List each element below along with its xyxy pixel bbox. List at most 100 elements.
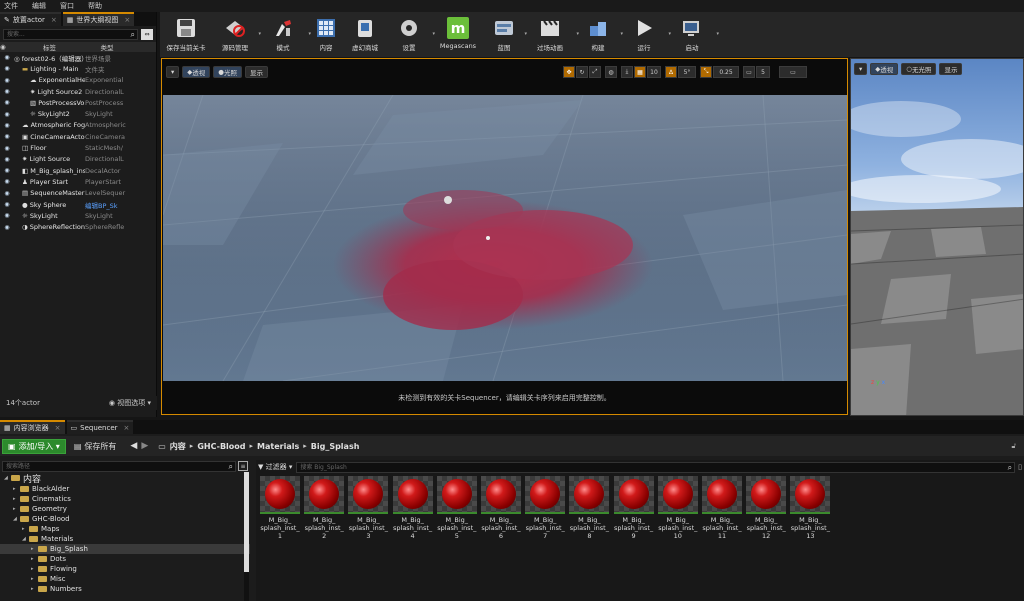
- expand-arrow-icon[interactable]: ▸: [13, 506, 20, 512]
- visibility-eye-icon[interactable]: ◉: [0, 156, 14, 163]
- visibility-eye-icon[interactable]: ◉: [0, 111, 14, 118]
- rotate-tool-icon[interactable]: ↻: [576, 66, 588, 78]
- close-icon[interactable]: ×: [51, 16, 57, 24]
- outliner-row[interactable]: ◉ ▬ Lighting - Main 文件夹: [0, 63, 156, 74]
- grid-snap-icon[interactable]: ▦: [634, 66, 646, 78]
- col-label[interactable]: 标签: [14, 42, 85, 52]
- outliner-row[interactable]: ◉ ✷ Light Source2 DirectionalL: [0, 86, 156, 97]
- outliner-row[interactable]: ◉ ☁ Atmospheric Fog Atmospheric: [0, 120, 156, 131]
- expand-arrow-icon[interactable]: ▸: [31, 576, 38, 582]
- asset-tile[interactable]: M_Big_ splash_inst_ 5: [436, 476, 477, 540]
- expand-arrow-icon[interactable]: ◢: [22, 536, 29, 542]
- folder-tree-item[interactable]: ▸ Numbers: [0, 584, 250, 594]
- outliner-row[interactable]: ◉ ▧ PostProcessVoluPostProcess: [0, 97, 156, 108]
- rotation-snap-value[interactable]: 5°: [678, 66, 696, 78]
- expand-arrow-icon[interactable]: ▸: [31, 546, 38, 552]
- visibility-eye-icon[interactable]: ◉: [0, 178, 14, 185]
- secondary-show-button[interactable]: 显示: [939, 63, 963, 75]
- secondary-viewport[interactable]: ▾ ◆ 透视 ○ 无光照 显示 z y x: [850, 58, 1024, 416]
- filters-button[interactable]: ▼ 过滤器 ▾: [258, 462, 292, 472]
- visibility-eye-icon[interactable]: ◉: [0, 212, 14, 219]
- visibility-eye-icon[interactable]: ◉: [0, 99, 14, 106]
- expand-arrow-icon[interactable]: ◢: [13, 516, 20, 522]
- asset-tile[interactable]: M_Big_ splash_inst_ 1: [260, 476, 300, 540]
- path-search-input[interactable]: 搜索路径 ⌕: [2, 460, 236, 472]
- expand-arrow-icon[interactable]: ▸: [31, 586, 38, 592]
- outliner-row[interactable]: ◉ ♟ Player Start PlayerStart: [0, 176, 156, 187]
- viewport-scene[interactable]: [163, 95, 847, 381]
- folder-tree-item[interactable]: ▸ Dots: [0, 554, 250, 564]
- outliner-row[interactable]: ◉ ◎ forest02-6（编辑器） 世界场景: [0, 52, 156, 63]
- perspective-button[interactable]: ◆ 透视: [182, 66, 211, 78]
- surface-snap-icon[interactable]: ⤓: [621, 66, 633, 78]
- col-type[interactable]: 类型: [85, 42, 129, 52]
- visibility-eye-icon[interactable]: ◉: [0, 88, 14, 95]
- visibility-eye-icon[interactable]: ◉: [0, 54, 14, 61]
- breadcrumb-big-splash[interactable]: Big_Splash: [311, 442, 360, 451]
- world-space-icon[interactable]: ◍: [605, 66, 617, 78]
- menu-file[interactable]: 文件: [4, 1, 18, 11]
- folder-tree-item[interactable]: ▸ Maps: [0, 524, 250, 534]
- folder-tree-item[interactable]: ◢ GHC-Blood: [0, 514, 250, 524]
- folder-tree-item[interactable]: ▸ Geometry: [0, 504, 250, 514]
- asset-search-input[interactable]: 搜索 Big_Splash ⌕: [296, 461, 1016, 473]
- outliner-row[interactable]: ◉ ▣ CineCameraActor1CineCamera: [0, 131, 156, 142]
- cinematics-button[interactable]: 过场动画 ▾: [524, 15, 579, 57]
- outliner-row[interactable]: ◉ ● Sky Sphere 编辑BP_Sk: [0, 199, 156, 210]
- outliner-row[interactable]: ◉ ◧ M_Big_splash_inst DecalActor: [0, 165, 156, 176]
- asset-tile[interactable]: M_Big_ splash_inst_ 4: [392, 476, 433, 540]
- outliner-row[interactable]: ◉ ◑ SphereReflectionCaSphereRefle: [0, 221, 156, 232]
- camera-speed-icon[interactable]: ▭: [743, 66, 755, 78]
- main-viewport[interactable]: ▾ ◆ 透视 ● 光照 显示 ✥ ↻ ⤢ ◍ ⤓ ▦ 10 ∆ 5° ⤡ 0.2…: [161, 58, 848, 415]
- outliner-row[interactable]: ◉ ☁ ExponentialHeighExponential: [0, 75, 156, 86]
- outliner-row[interactable]: ◉ ☼ SkyLight SkyLight: [0, 210, 156, 221]
- unlit-button[interactable]: ○ 无光照: [901, 63, 937, 75]
- secondary-perspective-button[interactable]: ◆ 透视: [870, 63, 899, 75]
- folder-tree-item[interactable]: ▸ Big_Splash: [0, 544, 250, 554]
- close-icon[interactable]: ×: [124, 424, 130, 432]
- visibility-eye-icon[interactable]: ◉: [0, 122, 14, 129]
- actor-gizmo[interactable]: [444, 196, 452, 204]
- folder-tree-item[interactable]: ▸ Misc: [0, 574, 250, 584]
- content-button[interactable]: 内容: [308, 15, 344, 57]
- lit-button[interactable]: ● 光照: [213, 66, 242, 78]
- visibility-eye-icon[interactable]: ◉: [0, 133, 14, 140]
- expand-arrow-icon[interactable]: ▸: [13, 496, 20, 502]
- history-icon[interactable]: ▯: [1018, 463, 1022, 471]
- folder-tree-item[interactable]: ▸ Flowing: [0, 564, 250, 574]
- asset-tile[interactable]: M_Big_ splash_inst_ 6: [481, 476, 521, 540]
- tree-scrollbar[interactable]: [244, 472, 249, 601]
- visibility-eye-icon[interactable]: ◉: [0, 65, 14, 72]
- folder-tree-item[interactable]: ▸ Cinematics: [0, 494, 250, 504]
- camera-speed-value[interactable]: 5: [756, 66, 770, 78]
- tab-place-actors[interactable]: ✎ 放置actor ×: [0, 12, 61, 26]
- asset-tile[interactable]: M_Big_ splash_inst_ 11: [702, 476, 742, 540]
- back-arrow-icon[interactable]: ◀: [130, 441, 137, 451]
- visibility-eye-icon[interactable]: ◉: [0, 224, 14, 231]
- add-import-button[interactable]: ▣ 添加/导入 ▾: [2, 438, 66, 454]
- modes-button[interactable]: 模式 ▾: [258, 15, 311, 57]
- tab-content-browser[interactable]: ▦ 内容浏览器 ×: [0, 420, 65, 434]
- menu-edit[interactable]: 编辑: [32, 1, 46, 11]
- tab-sequencer[interactable]: ▭ Sequencer ×: [66, 420, 134, 434]
- forward-arrow-icon[interactable]: ▶: [141, 441, 148, 451]
- asset-tile[interactable]: M_Big_ splash_inst_ 7: [525, 476, 566, 540]
- close-icon[interactable]: ×: [124, 16, 130, 24]
- toggle-tree-icon[interactable]: ≡: [238, 461, 248, 471]
- scale-snap-value[interactable]: 0.25: [713, 66, 739, 78]
- tab-world-outliner[interactable]: ▦ 世界大纲视图 ×: [62, 12, 135, 26]
- visibility-eye-icon[interactable]: ◉: [0, 77, 14, 84]
- lock-icon[interactable]: 🔓︎: [1011, 442, 1016, 451]
- close-icon[interactable]: ×: [55, 424, 61, 432]
- megascans-button[interactable]: m Megascans: [432, 15, 484, 57]
- view-options-button[interactable]: ◉ 视图选项 ▾: [109, 398, 151, 408]
- maximize-viewport-icon[interactable]: ▭: [779, 66, 807, 78]
- folder-tree-item[interactable]: ▸ BlackAlder: [0, 484, 250, 494]
- rotation-snap-icon[interactable]: ∆: [665, 66, 677, 78]
- viewport-options-button[interactable]: ▾: [166, 66, 180, 78]
- expand-arrow-icon[interactable]: ▸: [31, 556, 38, 562]
- source-control-button[interactable]: 源码管理 ▾: [212, 15, 261, 57]
- folder-tree-item[interactable]: ◢ 内容: [0, 472, 250, 485]
- outliner-row[interactable]: ◉ ☼ SkyLight2 SkyLight: [0, 108, 156, 119]
- expand-arrow-icon[interactable]: ▸: [31, 566, 38, 572]
